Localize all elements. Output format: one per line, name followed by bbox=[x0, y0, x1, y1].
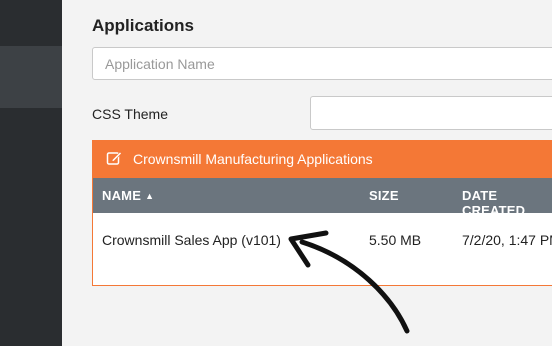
cell-date-created: 7/2/20, 1:47 PM bbox=[462, 232, 552, 248]
panel-title: Crownsmill Manufacturing Applications bbox=[133, 151, 373, 167]
hand-drawn-arrow-icon bbox=[288, 230, 410, 334]
application-name-input[interactable] bbox=[92, 47, 552, 80]
left-sidebar bbox=[0, 0, 62, 346]
page-title: Applications bbox=[92, 16, 195, 35]
column-header-size[interactable]: SIZE bbox=[369, 188, 399, 203]
sidebar-active-item[interactable] bbox=[0, 46, 62, 108]
cell-name: Crownsmill Sales App (v101) bbox=[102, 232, 281, 248]
sort-ascending-icon: ▲ bbox=[145, 191, 155, 201]
column-header-name[interactable]: NAME ▲ bbox=[102, 188, 154, 203]
css-theme-label: CSS Theme bbox=[92, 106, 168, 122]
panel-header: Crownsmill Manufacturing Applications bbox=[93, 141, 552, 178]
table-header: NAME ▲ SIZE DATE CREATED bbox=[93, 178, 552, 218]
column-header-label: NAME bbox=[102, 188, 142, 203]
css-theme-select[interactable] bbox=[310, 96, 552, 130]
edit-icon bbox=[106, 151, 122, 165]
